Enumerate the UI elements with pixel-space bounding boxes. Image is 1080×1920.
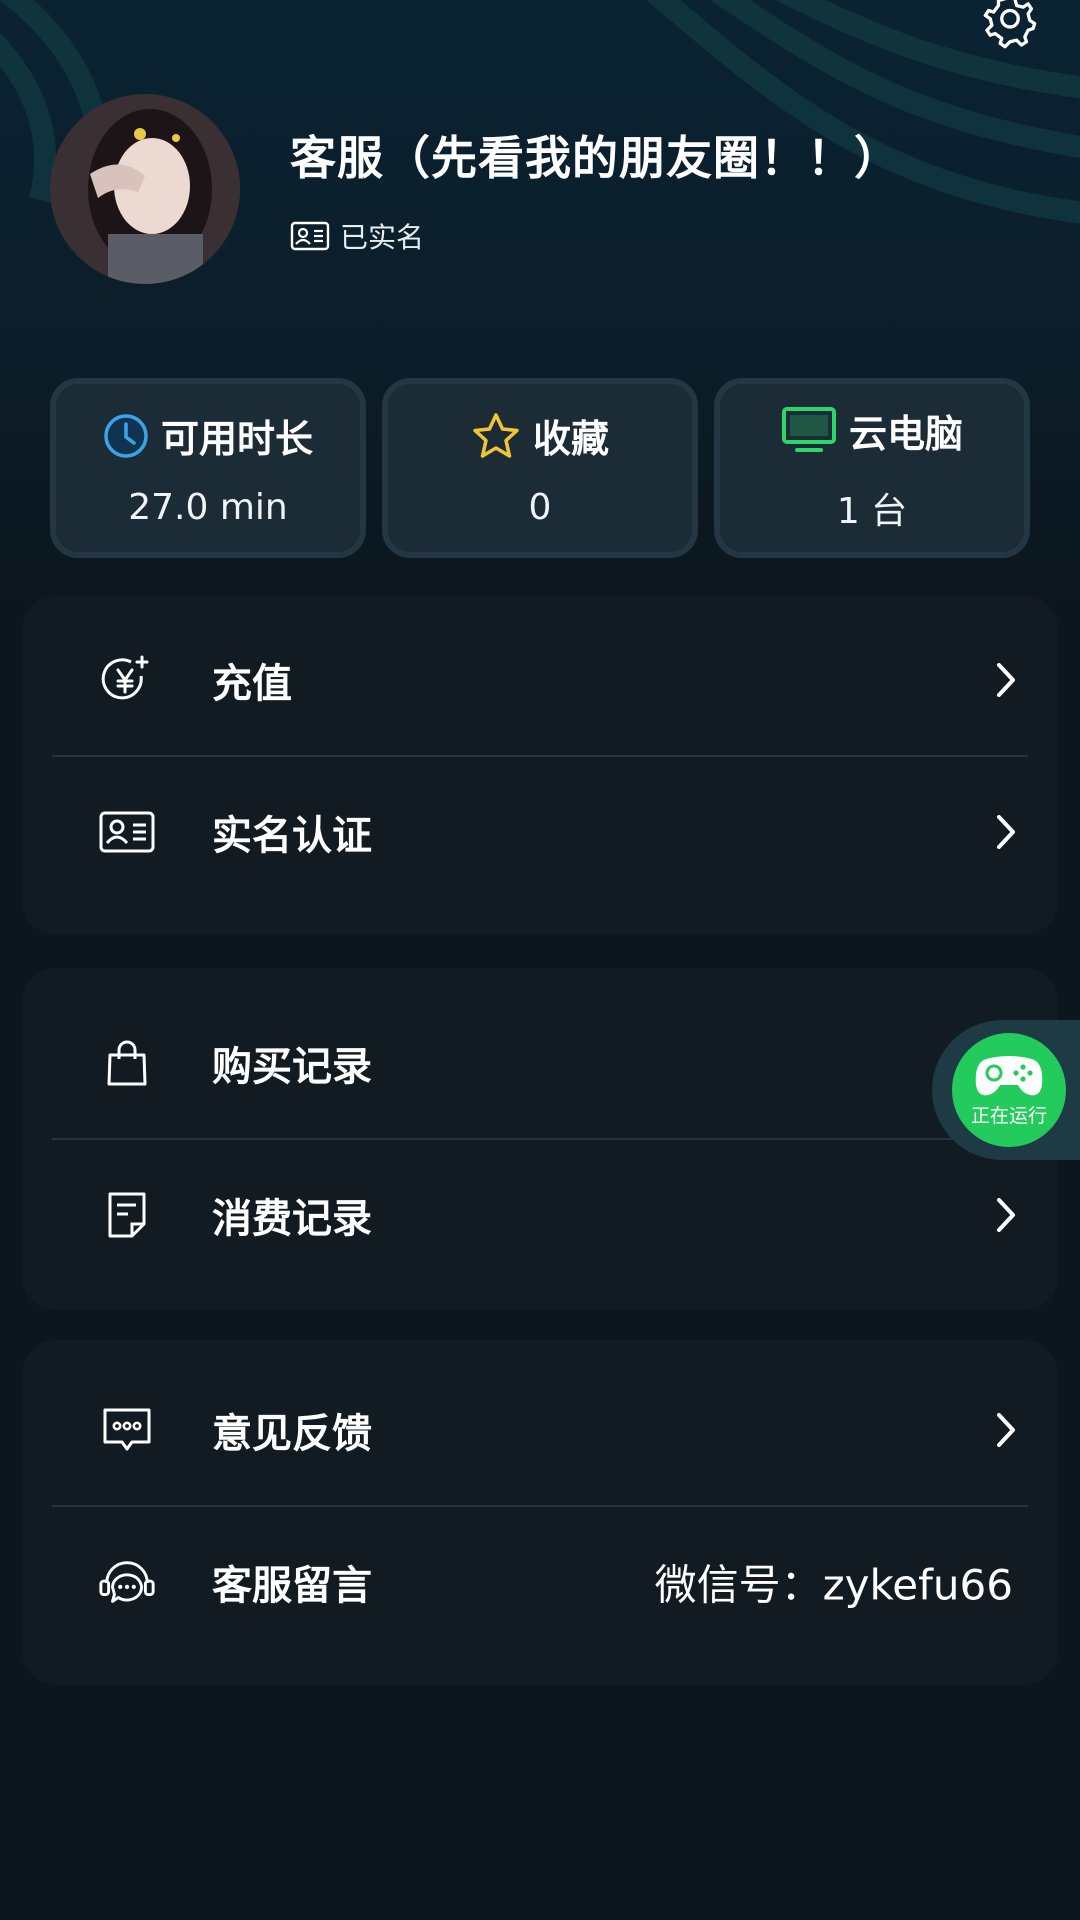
- verified-label: 已实名: [340, 221, 425, 254]
- headset-chat-icon: [99, 1561, 155, 1603]
- stat-value: 0: [528, 487, 552, 528]
- menu-item-recharge[interactable]: 充值: [22, 605, 1058, 755]
- star-icon: [473, 412, 519, 458]
- stat-label: 云电脑: [848, 411, 963, 456]
- avatar[interactable]: [50, 94, 240, 284]
- stat-cloud-pc[interactable]: 云电脑 1 台: [714, 378, 1030, 558]
- monitor-icon: [781, 407, 836, 452]
- settings-button[interactable]: [970, 0, 1050, 54]
- account-card: 充值 实名认证: [22, 595, 1058, 935]
- menu-label: 实名认证: [212, 813, 372, 859]
- stat-label: 可用时长: [160, 417, 313, 461]
- stat-label: 收藏: [532, 417, 609, 461]
- username: 客服（先看我的朋友圈！！）: [290, 131, 901, 185]
- chevron-right-icon: [992, 812, 1020, 852]
- avatar-image: [50, 94, 240, 284]
- stat-value: 27.0 min: [128, 487, 288, 528]
- records-card: 购买记录 消费记录: [22, 968, 1058, 1310]
- menu-label: 消费记录: [212, 1196, 372, 1242]
- menu-item-purchase-records[interactable]: 购买记录: [22, 988, 1058, 1138]
- stat-available-time[interactable]: 可用时长 27.0 min: [50, 378, 366, 558]
- support-card: 意见反馈 客服留言 微信号：zykefu66: [22, 1340, 1058, 1685]
- shopping-bag-icon: [107, 1040, 147, 1086]
- running-game-float-button[interactable]: 正在运行: [932, 1020, 1080, 1160]
- menu-label: 客服留言: [212, 1563, 372, 1609]
- feedback-icon: [103, 1408, 151, 1451]
- receipt-icon: [108, 1192, 146, 1238]
- id-card-icon: [99, 811, 155, 853]
- running-badge: 正在运行: [952, 1033, 1066, 1147]
- stats-bar: 可用时长 27.0 min 收藏 0 云电脑 1 台: [50, 378, 1030, 558]
- yen-recharge-icon: [101, 655, 149, 700]
- chevron-right-icon: [992, 660, 1020, 700]
- wechat-id: 微信号：zykefu66: [654, 1560, 1013, 1610]
- menu-label: 充值: [212, 661, 292, 707]
- gear-icon: [983, 0, 1037, 49]
- menu-item-real-name[interactable]: 实名认证: [22, 757, 1058, 907]
- clock-icon: [104, 413, 148, 458]
- menu-item-feedback[interactable]: 意见反馈: [22, 1355, 1058, 1505]
- menu-label: 购买记录: [212, 1044, 372, 1090]
- chevron-right-icon: [992, 1195, 1020, 1235]
- menu-label: 意见反馈: [212, 1411, 372, 1457]
- menu-item-customer-service[interactable]: 客服留言 微信号：zykefu66: [22, 1507, 1058, 1657]
- gamepad-icon: [975, 1055, 1043, 1095]
- id-card-icon: [290, 221, 330, 251]
- menu-item-consume-records[interactable]: 消费记录: [22, 1140, 1058, 1290]
- running-label: 正在运行: [970, 1104, 1047, 1127]
- stat-favorites[interactable]: 收藏 0: [382, 378, 698, 558]
- stat-value: 1 台: [836, 490, 908, 532]
- verified-status[interactable]: 已实名: [290, 216, 424, 256]
- chevron-right-icon: [992, 1410, 1020, 1450]
